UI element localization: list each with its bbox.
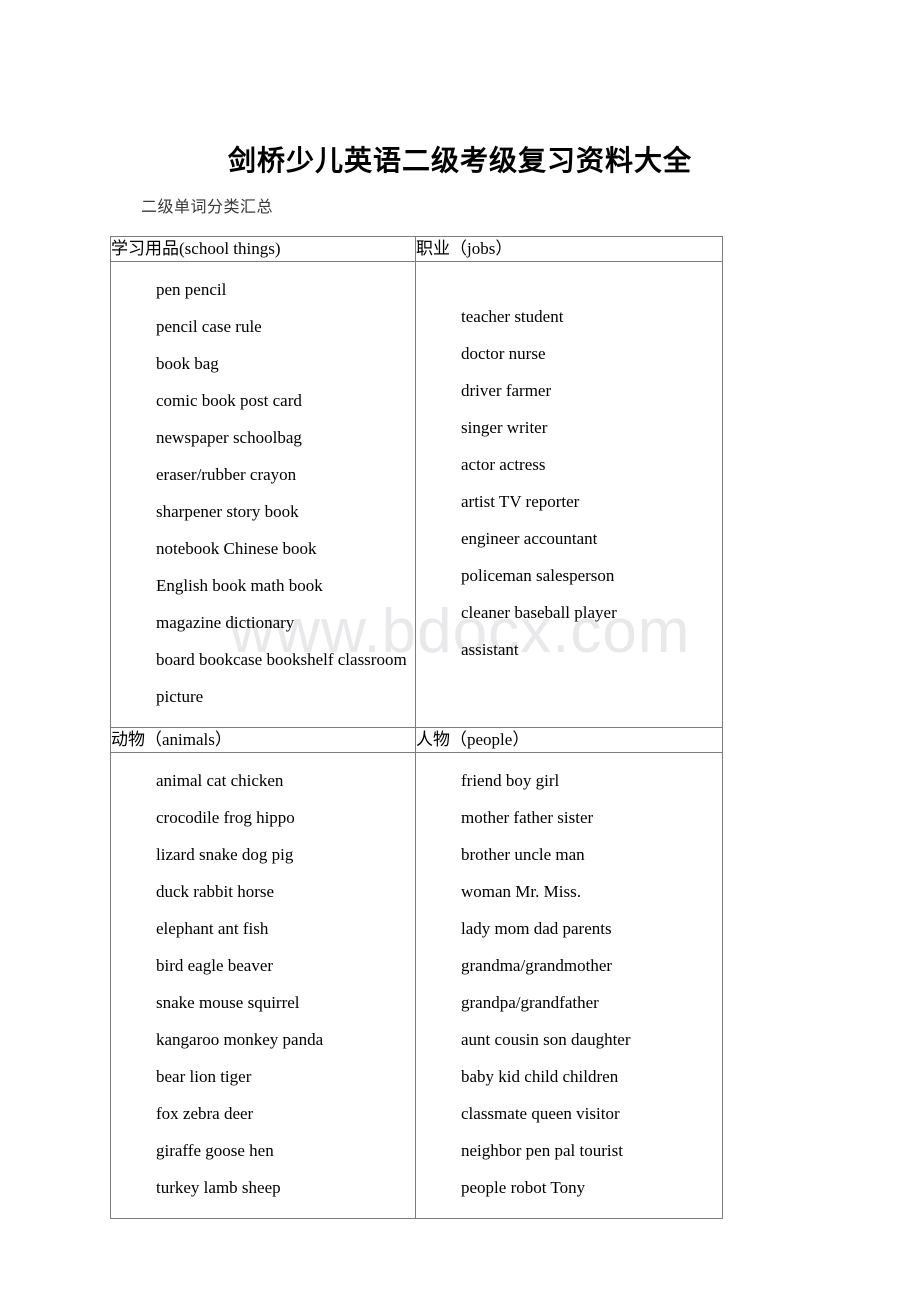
list-item: people robot Tony [461,1178,586,1197]
list-item: lady mom dad parents [461,919,612,938]
word-cell-people: friend boy girl mother father sister bro… [415,752,723,1219]
word-cell-jobs: teacher student doctor nurse driver farm… [415,261,723,728]
table-row: pen pencil pencil case rule book bag com… [110,261,723,728]
list-item: turkey lamb sheep [156,1178,281,1197]
page-title: 剑桥少儿英语二级考级复习资料大全 [227,145,692,177]
list-item: giraffe goose hen [156,1141,274,1160]
list-item: notebook Chinese book [156,539,317,558]
list-item: animal cat chicken [156,771,284,790]
category-heading-jobs: 职业（jobs） [415,236,723,262]
list-item: duck rabbit horse [156,882,275,901]
list-item: grandpa/grandfather [461,993,599,1012]
word-list-people: friend boy girl mother father sister bro… [416,753,722,1218]
list-item: comic book post card [156,391,302,410]
category-heading-animals: 动物（animals） [110,727,416,753]
vocabulary-table: 学习用品(school things) 职业（jobs） pen pencil … [110,236,723,1219]
list-item: aunt cousin son daughter [461,1030,631,1049]
list-item: kangaroo monkey panda [156,1030,324,1049]
list-item: cleaner baseball player [461,603,617,622]
list-item: magazine dictionary [156,613,295,632]
list-item: neighbor pen pal tourist [461,1141,623,1160]
document-page: www.bdocx.com 剑桥少儿英语二级考级复习资料大全 二级单词分类汇总 … [0,0,920,1302]
word-list-animals: animal cat chicken crocodile frog hippo … [111,753,415,1218]
list-item: artist TV reporter [461,492,580,511]
list-item: actor actress [461,455,546,474]
list-item: baby kid child children [461,1067,619,1086]
list-item: mother father sister [461,808,594,827]
list-item: engineer accountant [461,529,598,548]
list-item: doctor nurse [461,344,546,363]
list-item: lizard snake dog pig [156,845,294,864]
page-subtitle: 二级单词分类汇总 [141,199,274,216]
list-item: pencil case rule [156,317,262,336]
list-item: newspaper schoolbag [156,428,302,447]
table-row: 动物（animals） 人物（people） [110,727,723,753]
list-item: policeman salesperson [461,566,615,585]
list-item: pen pencil [156,280,227,299]
list-item: grandma/grandmother [461,956,613,975]
list-item: snake mouse squirrel [156,993,300,1012]
table-row: animal cat chicken crocodile frog hippo … [110,752,723,1219]
word-cell-school-things: pen pencil pencil case rule book bag com… [110,261,416,728]
list-item: brother uncle man [461,845,585,864]
list-item: English book math book [156,576,323,595]
list-item: book bag [156,354,219,373]
list-item: bear lion tiger [156,1067,252,1086]
category-heading-people: 人物（people） [415,727,723,753]
list-item: woman Mr. Miss. [461,882,581,901]
list-item: friend boy girl [461,771,560,790]
word-list-school-things: pen pencil pencil case rule book bag com… [111,262,415,727]
list-item: board bookcase bookshelf classroom pictu… [156,650,407,706]
word-list-jobs: teacher student doctor nurse driver farm… [416,262,722,680]
category-heading-school-things: 学习用品(school things) [110,236,416,262]
list-item: driver farmer [461,381,552,400]
list-item: singer writer [461,418,548,437]
list-item: sharpener story book [156,502,299,521]
list-item: teacher student [461,307,564,326]
list-item: fox zebra deer [156,1104,254,1123]
list-item: crocodile frog hippo [156,808,295,827]
list-item: assistant [461,640,519,659]
list-item: elephant ant fish [156,919,269,938]
word-cell-animals: animal cat chicken crocodile frog hippo … [110,752,416,1219]
table-row: 学习用品(school things) 职业（jobs） [110,236,723,262]
list-item: bird eagle beaver [156,956,274,975]
list-item: eraser/rubber crayon [156,465,297,484]
list-item: classmate queen visitor [461,1104,620,1123]
